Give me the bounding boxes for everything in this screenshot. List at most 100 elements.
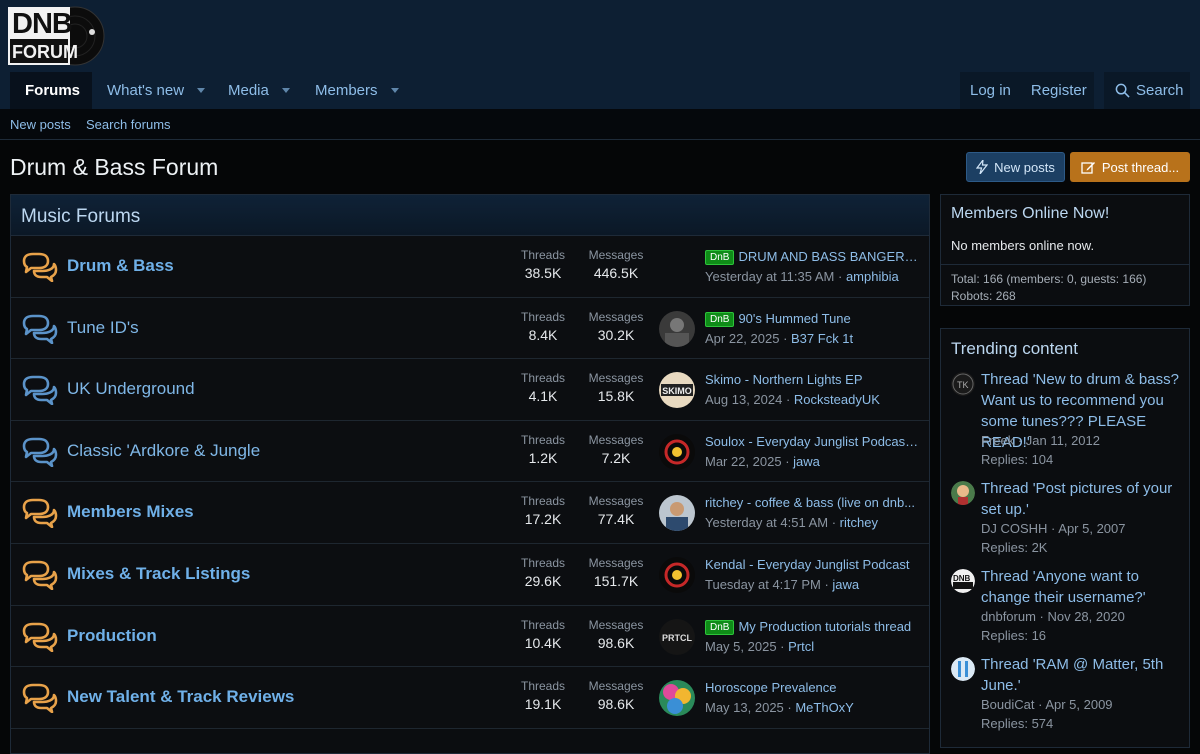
prefix-badge[interactable]: DnB [705,250,735,265]
forum-title-link[interactable]: Tune ID's [67,318,139,338]
latest-post-user[interactable]: jawa [793,454,820,469]
latest-post-date[interactable]: Tuesday at 4:17 PM [705,577,821,592]
latest-post-title-text: DRUM AND BASS BANGERS /... [738,249,921,264]
forum-title-link[interactable]: Production [67,626,157,646]
avatar[interactable]: DNB [951,569,975,593]
latest-post-user[interactable]: jawa [832,577,859,592]
trending-item-title[interactable]: Thread 'RAM @ Matter, 5th June.' [981,654,1181,696]
forum-bubble-icon[interactable] [20,560,58,591]
login-link[interactable]: Log in [970,82,1011,99]
latest-post-user[interactable]: amphibia [846,269,899,284]
latest-post-date[interactable]: Apr 22, 2025 [705,331,779,346]
prefix-badge[interactable]: DnB [705,311,735,327]
avatar[interactable]: TK [951,372,975,396]
latest-post-user[interactable]: RocksteadyUK [794,392,880,407]
latest-post-title[interactable]: Skimo - Northern Lights EP [705,372,921,387]
latest-post-user[interactable]: B37 Fck 1t [791,331,853,346]
forum-title-link[interactable]: UK Underground [67,379,195,399]
chevron-down-icon[interactable] [281,88,290,93]
latest-post-meta: May 13, 2025 · MeThOxY [705,700,854,716]
nav-tab-whats-new[interactable]: What's new [107,72,206,109]
forum-bubble-icon[interactable] [20,252,58,283]
latest-post-date[interactable]: May 13, 2025 [705,700,784,715]
latest-post-date[interactable]: Mar 22, 2025 [705,454,782,469]
forum-bubble-icon[interactable] [20,314,58,344]
edit-icon [1081,162,1095,174]
nav-tab-members[interactable]: Members [315,72,399,109]
chevron-down-icon[interactable] [390,88,399,93]
nav-tab-forums-label: Forums [25,82,81,99]
latest-post-title[interactable]: ritchey - coffee & bass (live on dnb... [705,495,921,510]
avatar[interactable] [659,680,695,717]
avatar[interactable] [659,556,695,593]
trending-item-title[interactable]: Thread 'Post pictures of your set up.' [981,478,1181,520]
latest-post-user[interactable]: ritchey [840,515,878,530]
threads-count: 1.2K [528,449,558,466]
latest-post-title-text: My Production tutorials thread [738,618,912,634]
latest-post-date[interactable]: Aug 13, 2024 [705,392,782,407]
members-online-title[interactable]: Members Online Now! [941,195,1189,223]
trending-item: DNB Thread 'Anyone want to change their … [951,566,1187,649]
post-thread-button-label: Post thread... [1101,159,1180,175]
latest-post-user[interactable]: MeThOxY [795,700,854,715]
forum-title-link[interactable]: Members Mixes [67,502,194,522]
trending-item-replies: Replies: 2K [981,540,1048,555]
threads-count: 38.5K [524,265,562,281]
forum-row: Production Threads 10.4K Messages 98.6K PRTCL… [11,605,929,668]
post-thread-button[interactable]: Post thread... [1070,152,1190,182]
forum-title-link[interactable]: Mixes & Track Listings [67,564,250,584]
chevron-down-icon[interactable] [197,88,206,93]
site-logo[interactable]: DNB FORUM [8,5,106,67]
forum-threads-stat: Threads 4.1K [508,371,578,404]
nav-tab-media[interactable]: Media [228,72,290,109]
threads-count: 29.6K [524,572,562,589]
latest-post-meta: Mar 22, 2025 · jawa [705,453,820,469]
latest-post-meta: Yesterday at 4:51 AM · ritchey [705,515,878,531]
latest-post-title[interactable]: DnB DRUM AND BASS BANGERS /... [705,249,921,265]
forum-title-link[interactable]: Classic 'Ardkore & Jungle [67,441,260,461]
forum-title-link[interactable]: New Talent & Track Reviews [67,687,294,707]
avatar[interactable]: PRTCL [659,618,695,655]
latest-post-title[interactable]: Kendal - Everyday Junglist Podcast [705,557,921,572]
avatar[interactable] [659,495,695,532]
forum-bubble-icon[interactable] [20,437,58,468]
threads-label: Threads [520,248,566,262]
avatar[interactable] [951,481,975,505]
messages-count: 7.2K [601,449,631,466]
forum-section-header[interactable]: Music Forums [11,195,929,236]
forum-bubble-icon[interactable] [20,622,58,652]
forum-row: Tune ID's Threads 8.4K Messages 30.2K DnB 90's… [11,297,929,360]
latest-post-title[interactable]: Horoscope Prevalence [705,680,921,695]
search-button[interactable]: Search [1104,72,1190,109]
avatar[interactable] [659,433,695,470]
register-link[interactable]: Register [1031,82,1087,99]
forum-bubble-icon[interactable] [20,498,58,529]
latest-post-user[interactable]: Prtcl [788,639,814,654]
latest-post-title[interactable]: DnB 90's Hummed Tune [705,311,921,327]
latest-post-title[interactable]: DnB My Production tutorials thread [705,619,921,635]
forum-row: New Talent & Track Reviews Threads 19.1K Me… [11,667,929,729]
latest-post-date[interactable]: May 5, 2025 [705,639,777,654]
new-posts-button[interactable]: New posts [966,152,1065,182]
forum-bubble-icon[interactable] [20,683,58,714]
online-robots: Robots: 268 [951,289,1016,303]
latest-post-title-text: Soulox - Everyday Junglist Podcast ... [705,433,921,449]
subnav-search-forums[interactable]: Search forums [86,117,171,132]
avatar[interactable] [659,310,695,347]
threads-count: 19.1K [524,696,562,713]
nav-tab-forums[interactable]: Forums [10,72,92,109]
latest-post-date[interactable]: Yesterday at 11:35 AM [705,269,834,284]
forum-messages-stat: Messages 98.6K [581,618,651,651]
trending-item-replies: Replies: 16 [981,628,1047,643]
avatar[interactable]: SKIMO [659,372,695,409]
forum-bubble-icon[interactable] [20,375,58,406]
svg-text:PRTCL: PRTCL [662,633,692,643]
avatar[interactable] [951,657,975,681]
prefix-badge[interactable]: DnB [705,619,735,635]
latest-post-title[interactable]: Soulox - Everyday Junglist Podcast ... [705,434,921,449]
subnav-new-posts[interactable]: New posts [10,117,71,132]
trending-item-title[interactable]: Thread 'Anyone want to change their user… [981,566,1181,608]
forum-title-link[interactable]: Drum & Bass [67,256,174,276]
forum-messages-stat: Messages 15.8K [581,371,651,404]
latest-post-date[interactable]: Yesterday at 4:51 AM [705,515,828,530]
